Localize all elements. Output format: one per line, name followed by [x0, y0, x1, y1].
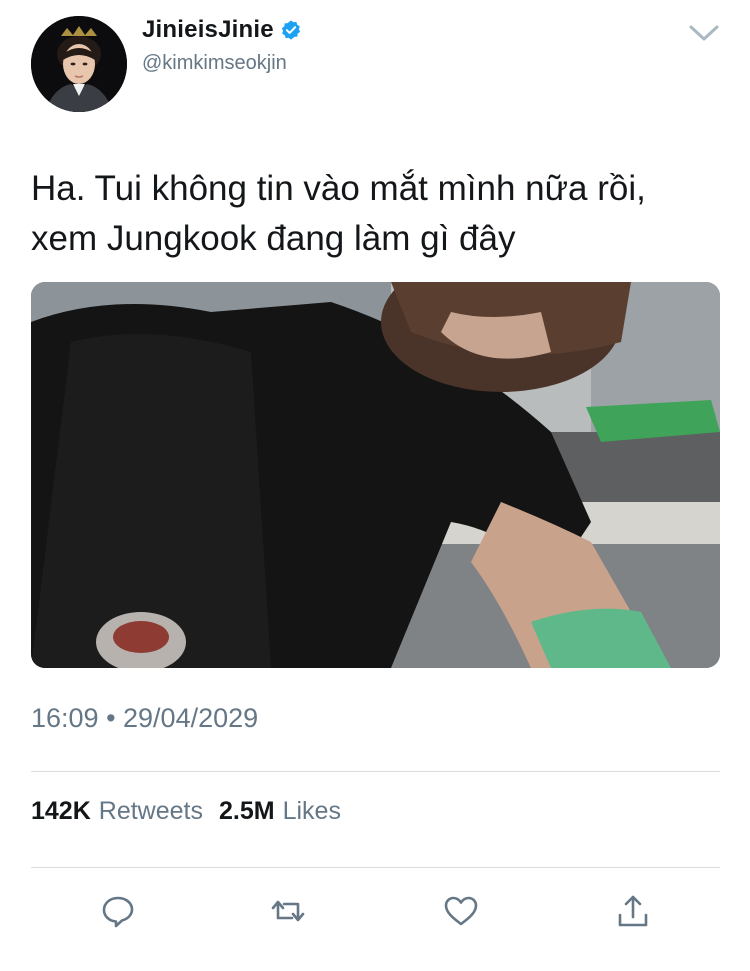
- divider: [31, 771, 720, 772]
- avatar-photo: [31, 16, 127, 112]
- chevron-down-icon[interactable]: [688, 22, 720, 44]
- like-icon[interactable]: [443, 893, 479, 929]
- tweet-card: JinieisJinie @kimkimseokjin Ha. Tui khôn…: [0, 0, 750, 971]
- verified-badge-icon: [280, 19, 302, 41]
- likes-count[interactable]: 2.5M: [219, 797, 275, 826]
- media-photo: [31, 282, 720, 668]
- tweet-text: Ha. Tui không tin vào mắt mình nữa rồi, …: [31, 169, 646, 258]
- retweets-label[interactable]: Retweets: [99, 797, 203, 826]
- tweet-timestamp[interactable]: 16:09 • 29/04/2029: [31, 703, 258, 734]
- display-name[interactable]: JinieisJinie: [142, 16, 274, 44]
- retweets-count[interactable]: 142K: [31, 797, 91, 826]
- avatar[interactable]: [31, 16, 127, 112]
- engagement-stats: 142K Retweets 2.5M Likes: [31, 797, 357, 826]
- author-handle[interactable]: @kimkimseokjin: [142, 52, 287, 75]
- divider: [31, 867, 720, 868]
- reply-icon[interactable]: [100, 893, 136, 929]
- retweet-icon[interactable]: [270, 893, 306, 929]
- author-name-row: JinieisJinie: [142, 16, 302, 44]
- tweet-media-image[interactable]: [31, 282, 720, 668]
- likes-label[interactable]: Likes: [283, 797, 341, 826]
- share-icon[interactable]: [615, 893, 651, 929]
